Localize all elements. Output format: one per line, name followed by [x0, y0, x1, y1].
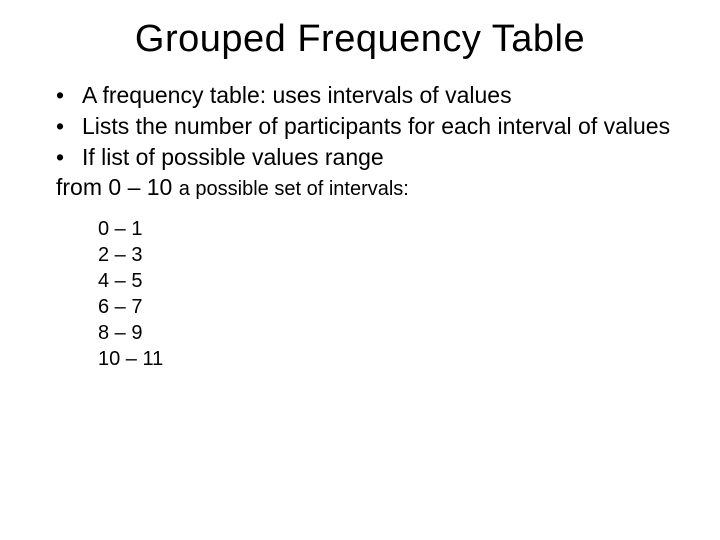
interval-item: 0 – 1 [98, 216, 680, 242]
interval-item: 2 – 3 [98, 242, 680, 268]
bullet-item: A frequency table: uses intervals of val… [56, 81, 680, 110]
intervals-list: 0 – 1 2 – 3 4 – 5 6 – 7 8 – 9 10 – 11 [40, 216, 680, 372]
interval-item: 10 – 11 [98, 346, 680, 372]
range-lead: from 0 – 10 [56, 174, 179, 200]
bullet-item: If list of possible values range [56, 143, 680, 172]
interval-item: 8 – 9 [98, 320, 680, 346]
range-line: from 0 – 10 a possible set of intervals: [40, 173, 680, 202]
bullet-item: Lists the number of participants for eac… [56, 112, 680, 141]
interval-item: 6 – 7 [98, 294, 680, 320]
slide-title: Grouped Frequency Table [40, 18, 680, 61]
bullet-list: A frequency table: uses intervals of val… [40, 81, 680, 171]
interval-item: 4 – 5 [98, 268, 680, 294]
range-tail: a possible set of intervals: [179, 178, 409, 200]
